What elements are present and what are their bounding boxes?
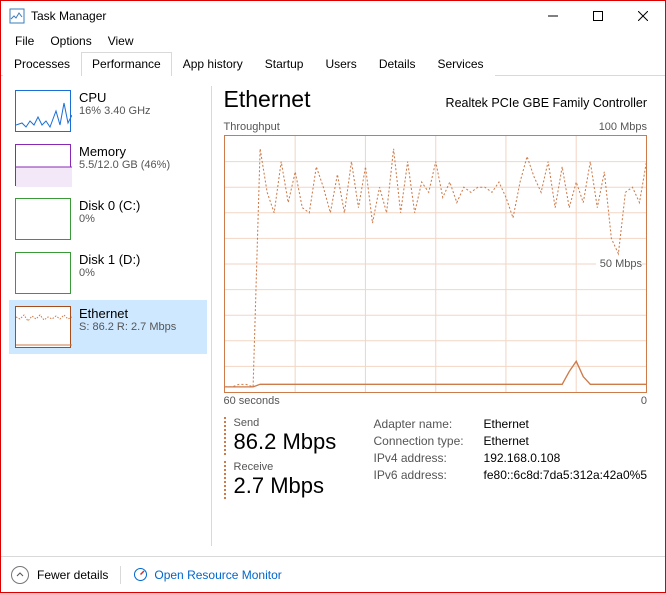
menu-options[interactable]: Options (42, 32, 99, 50)
chart-label-throughput: Throughput (224, 121, 280, 133)
ethernet-thumb (15, 306, 71, 348)
send-label: Send (234, 417, 374, 429)
chart-label-max: 100 Mbps (599, 121, 647, 133)
throughput-chart[interactable]: 50 Mbps (224, 135, 647, 393)
chart-label-x-right: 0 (641, 395, 647, 407)
menubar: File Options View (1, 31, 665, 51)
chart-label-mid: 50 Mbps (596, 258, 642, 270)
tab-users[interactable]: Users (314, 52, 367, 76)
disk1-thumb (15, 252, 71, 294)
disk0-sub: 0% (79, 213, 140, 225)
tab-strip: Processes Performance App history Startu… (1, 51, 665, 76)
content: CPU 16% 3.40 GHz Memory 5.5/12.0 GB (46%… (1, 76, 665, 556)
ipv6-key: IPv6 address: (374, 468, 484, 482)
memory-thumb (15, 144, 71, 186)
menu-view[interactable]: View (100, 32, 142, 50)
tab-performance[interactable]: Performance (81, 52, 172, 76)
details-grid: Send 86.2 Mbps Receive 2.7 Mbps Adapter … (224, 417, 647, 505)
send-value: 86.2 Mbps (234, 429, 374, 455)
chart-label-x-left: 60 seconds (224, 395, 280, 407)
main-panel: Ethernet Realtek PCIe GBE Family Control… (224, 76, 665, 556)
page-title: Ethernet (224, 86, 311, 113)
menu-file[interactable]: File (7, 32, 42, 50)
resource-monitor-icon (133, 567, 148, 582)
disk1-title: Disk 1 (D:) (79, 252, 140, 267)
chevron-up-icon[interactable] (11, 566, 29, 584)
disk0-title: Disk 0 (C:) (79, 198, 140, 213)
fewer-details-link[interactable]: Fewer details (37, 568, 108, 582)
open-resource-monitor-label: Open Resource Monitor (154, 568, 281, 582)
app-icon (9, 8, 25, 24)
adapter-name: Realtek PCIe GBE Family Controller (446, 96, 647, 110)
disk0-thumb (15, 198, 71, 240)
cpu-thumb (15, 90, 71, 132)
minimize-button[interactable] (530, 2, 575, 31)
conn-type-val: Ethernet (484, 434, 529, 448)
memory-sub: 5.5/12.0 GB (46%) (79, 159, 170, 171)
footer-divider (120, 566, 121, 584)
sidebar-item-disk1[interactable]: Disk 1 (D:) 0% (9, 246, 207, 300)
memory-title: Memory (79, 144, 170, 159)
footer: Fewer details Open Resource Monitor (1, 556, 665, 592)
sidebar-item-disk0[interactable]: Disk 0 (C:) 0% (9, 192, 207, 246)
sidebar-item-ethernet[interactable]: Ethernet S: 86.2 R: 2.7 Mbps (9, 300, 207, 354)
tab-services[interactable]: Services (427, 52, 495, 76)
adapter-name-val: Ethernet (484, 417, 529, 431)
open-resource-monitor-link[interactable]: Open Resource Monitor (133, 567, 281, 582)
cpu-sub: 16% 3.40 GHz (79, 105, 151, 117)
ipv4-key: IPv4 address: (374, 451, 484, 465)
disk1-sub: 0% (79, 267, 140, 279)
tab-startup[interactable]: Startup (254, 52, 315, 76)
ethernet-sub: S: 86.2 R: 2.7 Mbps (79, 321, 176, 333)
conn-type-key: Connection type: (374, 434, 484, 448)
tab-details[interactable]: Details (368, 52, 427, 76)
cpu-title: CPU (79, 90, 151, 105)
close-button[interactable] (620, 2, 665, 31)
receive-value: 2.7 Mbps (234, 473, 374, 499)
adapter-name-key: Adapter name: (374, 417, 484, 431)
vertical-divider[interactable] (211, 86, 212, 546)
ethernet-title: Ethernet (79, 306, 176, 321)
sidebar-item-cpu[interactable]: CPU 16% 3.40 GHz (9, 84, 207, 138)
sidebar: CPU 16% 3.40 GHz Memory 5.5/12.0 GB (46%… (1, 76, 207, 556)
tab-app-history[interactable]: App history (172, 52, 254, 76)
receive-label: Receive (234, 461, 374, 473)
sidebar-item-memory[interactable]: Memory 5.5/12.0 GB (46%) (9, 138, 207, 192)
ipv4-val: 192.168.0.108 (484, 451, 561, 465)
titlebar: Task Manager (1, 1, 665, 31)
window-title: Task Manager (31, 9, 530, 23)
maximize-button[interactable] (575, 2, 620, 31)
ipv6-val: fe80::6c8d:7da5:312a:42a0%5 (484, 468, 647, 482)
tab-processes[interactable]: Processes (3, 52, 81, 76)
